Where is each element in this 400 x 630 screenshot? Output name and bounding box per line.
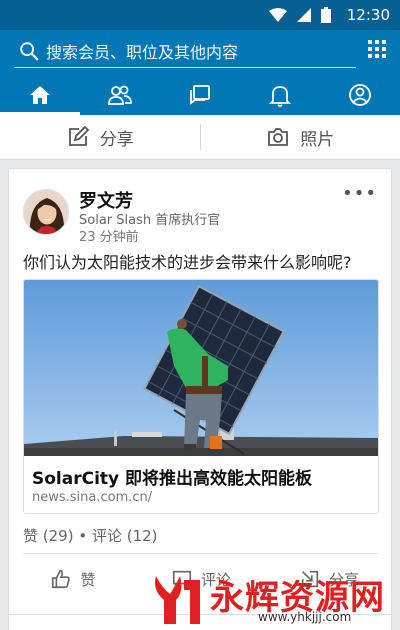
- camera-icon: [268, 128, 289, 146]
- battery-icon: [320, 7, 331, 23]
- wifi-icon: [268, 8, 287, 22]
- share-bar: 分享 照片: [0, 115, 400, 160]
- search-icon: [20, 41, 39, 60]
- feed-post-card: 罗文芳 Solar Slash 首席执行官 23 分钟前 ••• 你们认为太阳能…: [8, 168, 392, 630]
- home-icon: [30, 86, 50, 104]
- photo-label: 照片: [300, 129, 335, 150]
- notifications-icon: [268, 86, 292, 107]
- tab-notifications[interactable]: [240, 75, 320, 115]
- share-button[interactable]: 分享: [0, 115, 200, 159]
- network-icon: [108, 85, 132, 105]
- photo-button[interactable]: 照片: [201, 115, 400, 159]
- nav-tabs: [0, 75, 400, 115]
- link-domain: news.sina.com.cn/: [32, 490, 153, 505]
- status-bar: 12:30: [0, 0, 400, 30]
- messages-icon: [190, 85, 210, 105]
- thumbs-up-icon: [52, 569, 71, 589]
- link-title: SolarCity 即将推出高效能太阳能板: [32, 469, 313, 489]
- more-options-icon[interactable]: •••: [342, 183, 377, 204]
- search-input[interactable]: 搜索会员、职位及其他内容: [46, 39, 238, 63]
- watermark-url: www.yhkjjj.com: [258, 610, 352, 624]
- like-label: 赞: [80, 570, 96, 589]
- watermark: 永辉资源网 www.yhkjjj.com: [150, 568, 400, 630]
- apps-grid-icon[interactable]: [368, 40, 386, 58]
- stats-divider: [23, 553, 379, 554]
- watermark-logo-icon: [155, 576, 200, 624]
- tab-profile[interactable]: [320, 75, 400, 115]
- tab-network[interactable]: [80, 75, 160, 115]
- search-bar[interactable]: 搜索会员、职位及其他内容: [14, 34, 356, 68]
- tab-messages[interactable]: [160, 75, 240, 115]
- link-preview[interactable]: SolarCity 即将推出高效能太阳能板 news.sina.com.cn/: [23, 279, 379, 514]
- tab-home[interactable]: [0, 75, 80, 115]
- profile-icon: [349, 84, 371, 106]
- avatar[interactable]: [23, 189, 69, 235]
- post-timestamp: 23 分钟前: [79, 230, 139, 245]
- signal-icon: [296, 8, 311, 22]
- post-text: 你们认为太阳能技术的进步会带来什么影响呢?: [23, 253, 352, 272]
- clock: 12:30: [346, 6, 390, 24]
- app-header: 搜索会员、职位及其他内容: [0, 30, 400, 115]
- like-button[interactable]: 赞: [9, 561, 137, 597]
- post-stats[interactable]: 赞 (29) • 评论 (12): [23, 525, 158, 546]
- solar-panel-image: [24, 280, 378, 456]
- edit-icon: [68, 125, 90, 146]
- share-label: 分享: [99, 129, 134, 150]
